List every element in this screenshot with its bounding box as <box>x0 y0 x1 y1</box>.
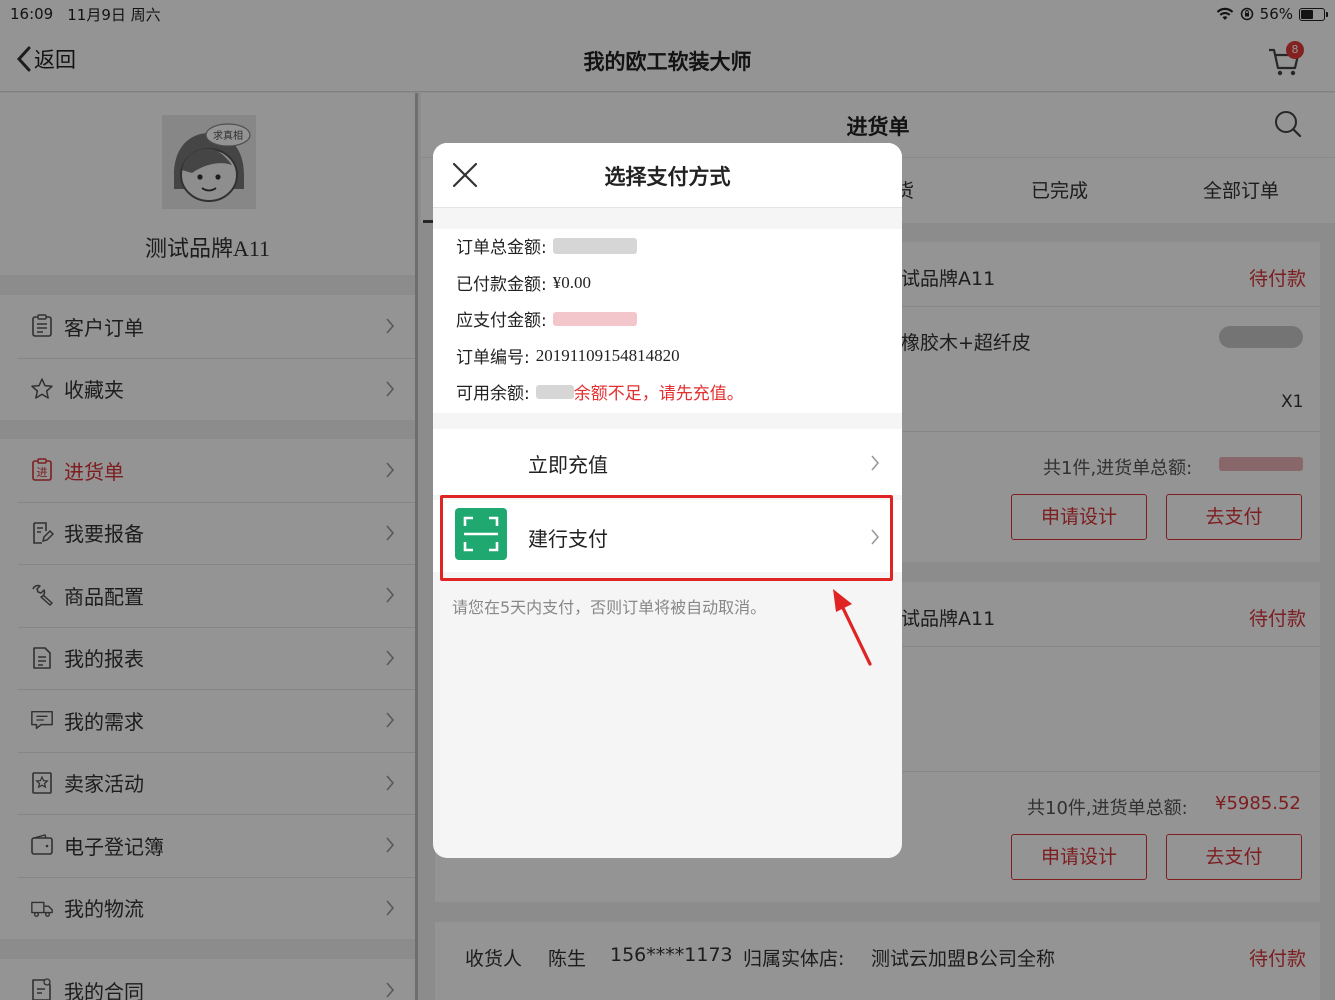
balance-warning: 余额不足，请先充值。 <box>573 384 744 404</box>
recharge-label: 立即充值 <box>528 453 608 477</box>
payable-label: 应支付金额: <box>456 311 547 331</box>
payment-notice: 请您在5天内支付，否则订单将被自动取消。 <box>452 598 767 617</box>
balance-row: 可用余额: 余额不足，请先充值。 <box>456 379 744 404</box>
paid-label: 已付款金额: <box>456 275 547 295</box>
paid-value: ¥0.00 <box>552 272 591 292</box>
payable-redacted <box>552 311 637 326</box>
balance-label: 可用余额: <box>456 384 530 404</box>
balance-redacted <box>535 384 574 399</box>
recharge-option[interactable]: 立即充值 <box>433 429 902 495</box>
order-no-value: 20191109154814820 <box>535 345 680 365</box>
order-no-row: 订单编号: 20191109154814820 <box>456 343 680 369</box>
payable-row: 应支付金额: <box>456 306 637 331</box>
highlight-box <box>440 495 893 581</box>
order-no-label: 订单编号: <box>456 348 530 368</box>
order-info: 订单总金额: 已付款金额: ¥0.00 应支付金额: 订单编号: 2019110… <box>433 229 902 413</box>
order-total-label: 订单总金额: <box>456 238 547 258</box>
modal-header: 选择支付方式 <box>433 143 902 208</box>
order-total-redacted <box>552 237 637 254</box>
chevron-right-icon <box>871 455 880 471</box>
annotation-arrow-icon <box>833 589 872 666</box>
order-total-row: 订单总金额: <box>456 233 637 258</box>
modal-title: 选择支付方式 <box>604 165 731 189</box>
paid-row: 已付款金额: ¥0.00 <box>456 270 591 296</box>
